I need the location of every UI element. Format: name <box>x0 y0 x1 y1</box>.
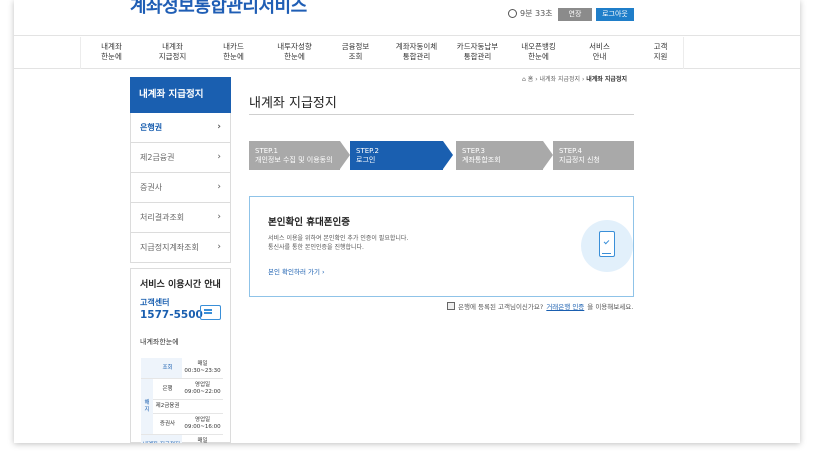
gnb-item-invest-profile[interactable]: 내투자성향 한눈에 <box>264 37 325 68</box>
chevron-right-icon: › <box>217 182 221 192</box>
lnb-item-label: 지급정지계좌조회 <box>140 243 199 252</box>
step-indicator: STEP.1 개인정보 수집 및 이용동의 STEP.2 로그인 STEP.3 … <box>249 141 634 170</box>
breadcrumb-current: 내계좌 지급정지 <box>586 76 627 83</box>
step-label: 개인정보 수집 및 이용동의 <box>255 155 333 164</box>
breadcrumb-path: › 내계좌 지급정지 › <box>535 76 587 83</box>
service-hours-title: 서비스 이용시간 안내 <box>140 280 221 290</box>
step-number: STEP.2 <box>356 147 379 155</box>
gnb-item-customer-support[interactable]: 고객 지원 <box>630 37 691 68</box>
step-1: STEP.1 개인정보 수집 및 이용동의 <box>249 141 350 170</box>
top-header: 계좌정보통합관리서비스 9분 33초 연장 로그아웃 <box>14 0 800 36</box>
row-category: 해지 <box>141 378 153 435</box>
lnb-item-label: 증권사 <box>140 183 163 192</box>
lnb-title: 내계좌 지급정지 <box>130 77 231 113</box>
gnb-divider <box>683 37 684 69</box>
step-label: 계좌통합조회 <box>462 155 501 164</box>
chevron-right-icon: › <box>217 242 221 252</box>
gnb-item-service-guide[interactable]: 서비스 안내 <box>569 37 630 68</box>
call-center-icon <box>200 305 221 320</box>
row-time: 영업일 09:00~16:00 <box>182 413 223 435</box>
verify-identity-link[interactable]: 본인 확인하러 가기 › <box>268 266 325 276</box>
clock-icon <box>508 9 517 18</box>
row-time: 매일 00:30~23:30 <box>182 434 223 443</box>
chevron-right-icon: › <box>217 152 221 162</box>
home-icon[interactable]: ⌂ <box>522 76 526 83</box>
step-arrow <box>443 141 453 169</box>
row-time <box>182 399 223 414</box>
gnb-item-open-banking[interactable]: 내오픈뱅킹 한눈에 <box>508 37 569 68</box>
page-title: 내계좌 지급정지 <box>249 96 337 111</box>
left-nav: 은행권 › 제2금융권 › 증권사 › 처리결과조회 › 지급정지계좌조회 › <box>130 113 231 263</box>
step-arrow <box>340 141 350 169</box>
note-text-end: 을 이용해보세요. <box>587 303 634 311</box>
step-label: 지급정지 신청 <box>559 155 600 164</box>
gnb-item-account-overview[interactable]: 내계좌 한눈에 <box>81 37 142 68</box>
phone-auth-box: 본인확인 휴대폰인증 서비스 이용을 위하여 본인확인 추가 인증이 필요합니다… <box>249 196 634 297</box>
title-divider <box>249 114 634 115</box>
table-row: 증권사 영업일 09:00~16:00 <box>141 413 223 435</box>
breadcrumb-home[interactable]: 홈 <box>528 76 534 83</box>
lnb-item-label: 처리결과조회 <box>140 213 185 222</box>
chevron-right-icon: › <box>217 122 221 132</box>
step-4: STEP.4 지급정지 신청 <box>553 141 634 170</box>
step-number: STEP.3 <box>462 147 485 155</box>
chevron-right-icon: › <box>217 212 221 222</box>
logout-button[interactable]: 로그아웃 <box>596 8 634 21</box>
site-logo[interactable]: 계좌정보통합관리서비스 <box>130 0 307 18</box>
row-name: 은행 <box>153 378 183 400</box>
gnb-item-auto-transfer[interactable]: 계좌자동이체 통합관리 <box>386 37 447 68</box>
table-row: 조회 매일 00:30~23:30 <box>141 358 223 379</box>
auth-description: 서비스 이용을 위하여 본인확인 추가 인증이 필요합니다. 통신사를 통한 본… <box>268 235 409 251</box>
step-number: STEP.4 <box>559 147 582 155</box>
browser-page: 계좌정보통합관리서비스 9분 33초 연장 로그아웃 내계좌 한눈에 내계좌 지… <box>14 0 800 443</box>
row-name: 제2금융권 <box>153 399 183 414</box>
service-hours-box: 서비스 이용시간 안내 고객센터 1577-5500 내계좌한눈에 조회 매일 … <box>130 268 231 443</box>
row-name: 증권사 <box>153 413 183 435</box>
session-timer: 9분 33초 <box>508 8 553 19</box>
table-row: 해지 은행 영업일 09:00~22:00 <box>141 378 223 435</box>
lnb-item-label: 제2금융권 <box>140 153 175 162</box>
lnb-item-securities[interactable]: 증권사 › <box>130 173 231 203</box>
step-arrow <box>543 141 553 169</box>
gnb-item-card-overview[interactable]: 내카드 한눈에 <box>203 37 264 68</box>
extend-session-button[interactable]: 연장 <box>558 8 592 21</box>
lnb-item-result-inquiry[interactable]: 처리결과조회 › <box>130 203 231 233</box>
step-2: STEP.2 로그인 <box>350 141 453 170</box>
timer-text: 9분 33초 <box>520 9 553 18</box>
lnb-item-stopped-accounts[interactable]: 지급정지계좌조회 › <box>130 233 231 263</box>
bank-cert-link[interactable]: 거래은행 인증 <box>546 301 584 311</box>
gnb-item-finance-info[interactable]: 금융정보 조회 <box>325 37 386 68</box>
service-hours-table: 조회 매일 00:30~23:30 해지 은행 영업일 09:00~22:00 … <box>141 358 223 443</box>
lnb-item-label: 은행권 <box>140 123 163 132</box>
lnb-item-bank[interactable]: 은행권 › <box>130 113 231 143</box>
note-text: 은행에 등록된 고객님이신가요? <box>458 303 544 311</box>
smartphone-check-icon <box>599 231 615 257</box>
table-row: 제2금융권 <box>141 399 223 414</box>
bank-cert-note: 은행에 등록된 고객님이신가요? 거래은행 인증 을 이용해보세요. <box>447 301 633 311</box>
table-row: 내계좌 지급정지 매일 00:30~23:30 <box>141 434 223 443</box>
step-label: 로그인 <box>356 155 376 164</box>
service-subtitle: 내계좌한눈에 <box>140 338 179 346</box>
gnb-item-account-stop[interactable]: 내계좌 지급정지 <box>142 37 203 68</box>
gnb-divider <box>80 37 81 69</box>
info-doc-icon <box>447 302 455 310</box>
auth-title: 본인확인 휴대폰인증 <box>268 217 350 228</box>
lnb-item-secondary-finance[interactable]: 제2금융권 › <box>130 143 231 173</box>
step-number: STEP.1 <box>255 147 278 155</box>
row-time: 매일 00:30~23:30 <box>182 358 223 379</box>
row-name: 내계좌 지급정지 <box>141 434 183 443</box>
breadcrumb: ⌂ 홈 › 내계좌 지급정지 › 내계좌 지급정지 <box>522 74 627 83</box>
step-3: STEP.3 계좌통합조회 <box>456 141 553 170</box>
global-nav: 내계좌 한눈에 내계좌 지급정지 내카드 한눈에 내투자성향 한눈에 금융정보 … <box>14 37 800 69</box>
row-name: 조회 <box>153 358 183 379</box>
gnb-item-card-autopay[interactable]: 카드자동납부 통합관리 <box>447 37 508 68</box>
phone-auth-icon-bg <box>581 220 633 272</box>
row-time: 영업일 09:00~22:00 <box>182 378 223 400</box>
